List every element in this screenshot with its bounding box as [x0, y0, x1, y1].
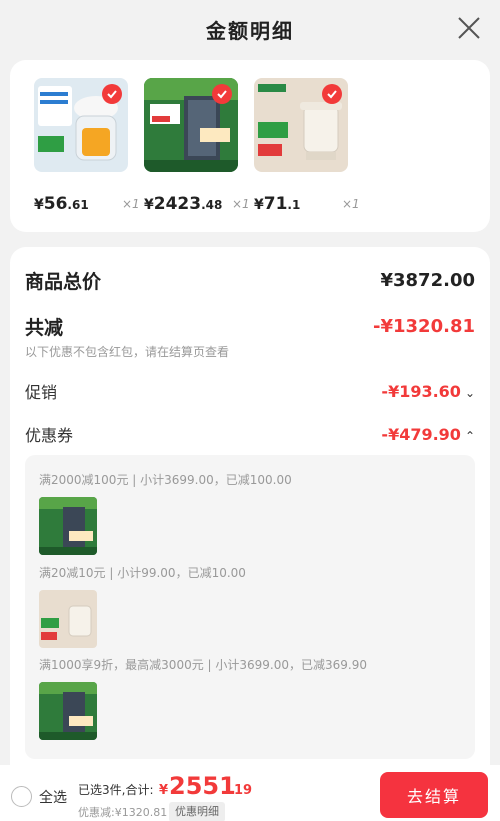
coupon-detail-box: 满2000减100元 | 小计3699.00，已减100.00 满20减10元 … [25, 455, 475, 759]
page-title: 金额明细 [206, 18, 294, 43]
refrigerator-icon [144, 78, 238, 172]
kettle-icon [254, 78, 348, 172]
product-card: ¥56.61 ×1 ¥2423.48 ×1 ¥ 71 .1 ×1 [10, 60, 490, 232]
checkout-button[interactable]: 去结算 [380, 772, 488, 818]
checkmark-icon[interactable] [102, 84, 122, 104]
total-decimal: .19 [229, 783, 253, 798]
product-quantity: ×1 [232, 197, 250, 211]
product-quantity: ×1 [122, 197, 140, 211]
discount-label: 共减 [25, 317, 64, 339]
checkmark-icon[interactable] [322, 84, 342, 104]
total-amount: 2551 [169, 772, 236, 800]
promo-label: 促销 [25, 383, 58, 402]
refrigerator-icon [39, 497, 97, 555]
promo-row[interactable]: 促销 -¥193.60 ⌄ [25, 379, 475, 403]
kettle-icon [39, 590, 97, 648]
chevron-down-icon[interactable]: ⌄ [465, 386, 475, 400]
saved-amount-text: 优惠减:¥1320.81 [78, 806, 168, 819]
checkout-bar: 全选 已选3件,合计: ¥ 2551 .19 优惠减:¥1320.81 优惠明细… [0, 765, 500, 821]
close-icon[interactable] [456, 15, 482, 41]
discount-row: 共减 -¥1320.81 [25, 313, 475, 340]
chevron-up-icon[interactable]: ⌃ [465, 429, 475, 443]
selected-count-text: 已选3件,合计: [78, 783, 154, 797]
product-item[interactable]: ¥56.61 ×1 [34, 78, 140, 214]
refrigerator-icon [39, 682, 97, 740]
discount-value: -¥1320.81 [373, 316, 475, 337]
coupon-rule-text: 满1000享9折，最高减3000元 | 小计3699.00，已减369.90 [39, 658, 367, 672]
product-item[interactable]: ¥2423.48 ×1 [144, 78, 250, 214]
summary-card: 商品总价 ¥3872.00 共减 -¥1320.81 以下优惠不包含红包，请在结… [10, 247, 490, 787]
checkmark-icon[interactable] [212, 84, 232, 104]
coupon-rule-text: 满2000减100元 | 小计3699.00，已减100.00 [39, 473, 292, 487]
coupon-row[interactable]: 优惠券 -¥479.90 ⌃ [25, 422, 475, 446]
coupon-label: 优惠券 [25, 426, 74, 445]
select-all-label[interactable]: 全选 [39, 787, 67, 807]
total-price-label: 商品总价 [25, 271, 102, 293]
select-all-radio[interactable] [11, 786, 32, 807]
coupon-rule-text: 满20减10元 | 小计99.00，已减10.00 [39, 566, 246, 580]
coupon-value-wrap: -¥479.90 ⌃ [381, 425, 475, 444]
product-quantity: ×1 [342, 197, 360, 211]
blender-icon [34, 78, 128, 172]
coupon-value: -¥479.90 [381, 424, 461, 444]
promo-value-wrap: -¥193.60 ⌄ [381, 382, 475, 401]
promo-value: -¥193.60 [381, 381, 461, 401]
total-price-value: ¥3872.00 [380, 270, 475, 291]
product-item[interactable]: ¥71.1 ×1 [254, 78, 360, 214]
header: 金额明细 [0, 0, 500, 58]
total-price-row: 商品总价 ¥3872.00 [25, 267, 475, 294]
total-symbol: ¥ [159, 783, 169, 798]
discount-note: 以下优惠不包含红包，请在结算页查看 [25, 345, 230, 359]
discount-detail-button[interactable]: 优惠明细 [169, 802, 225, 821]
